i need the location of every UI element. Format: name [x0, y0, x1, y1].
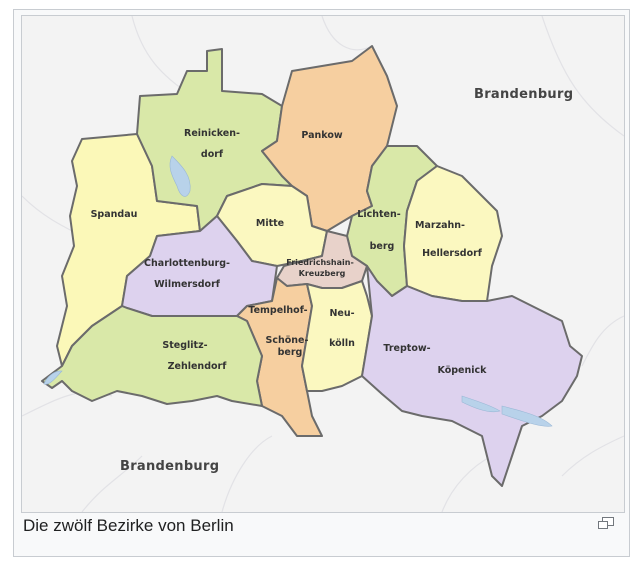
district-label-reinickendorf: Reinicken- — [184, 128, 240, 139]
district-label-pankow: Pankow — [301, 130, 342, 141]
enlarge-icon[interactable] — [597, 516, 615, 530]
district-label-marzahn: Marzahn- — [415, 220, 465, 231]
district-label-friedrichshain: Friedrichshain- — [286, 258, 354, 267]
district-label-treptow: Treptow- — [383, 343, 430, 354]
district-label-charlottenburg: Wilmersdorf — [154, 279, 221, 290]
district-label-friedrichshain: Kreuzberg — [299, 269, 346, 278]
district-label-tempelhof: Tempelhof- — [248, 305, 307, 316]
district-label-steglitz: Steglitz- — [162, 340, 207, 351]
map-caption: Die zwölf Bezirke von Berlin — [23, 516, 234, 535]
label-brandenburg-south-west: Brandenburg — [120, 459, 219, 474]
district-label-neukoelln: kölln — [329, 338, 355, 349]
district-label-spandau: Spandau — [91, 209, 138, 220]
district-label-tempelhof: Schöne- — [266, 335, 309, 346]
district-marzahn-hellersdorf[interactable] — [403, 165, 503, 302]
label-brandenburg-north-east: Brandenburg — [474, 87, 573, 102]
district-label-mitte: Mitte — [256, 218, 284, 229]
district-label-reinickendorf: dorf — [201, 149, 224, 160]
district-label-neukoelln: Neu- — [329, 308, 354, 319]
district-label-tempelhof: berg — [278, 347, 303, 358]
district-label-charlottenburg: Charlottenburg- — [144, 258, 230, 269]
district-label-treptow: Köpenick — [438, 365, 488, 376]
district-label-marzahn: Hellersdorf — [422, 248, 483, 259]
district-label-steglitz: Zehlendorf — [168, 361, 228, 372]
district-label-lichtenberg: Lichten- — [357, 209, 400, 220]
berlin-districts-map[interactable]: Brandenburg Brandenburg Reinicken-dorf Pa… — [21, 15, 625, 513]
district-label-lichtenberg: berg — [370, 241, 395, 252]
